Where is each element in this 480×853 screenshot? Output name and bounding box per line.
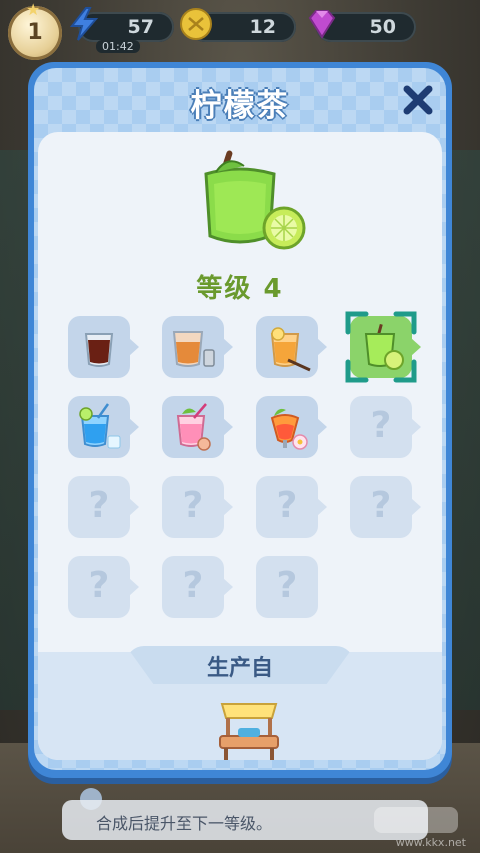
chain-slot[interactable] [162,316,233,378]
slot-arrow [223,418,233,436]
coins-value: 12 [249,16,276,38]
slot-arrow [317,498,327,516]
slot-arrow [223,338,233,356]
chain-slot-locked[interactable]: ? [256,556,318,618]
chain-slot-locked[interactable]: ? [350,396,421,458]
chain-slot[interactable] [68,316,139,378]
slot-arrow [129,578,139,596]
watermark: www.kkx.net [395,836,466,849]
dialog-title: 柠檬茶 [190,88,290,124]
slot-arrow [411,418,421,436]
slot-arrow [317,418,327,436]
slot-arrow [129,498,139,516]
question-mark-icon: ? [182,485,204,526]
gems-value: 50 [369,16,396,38]
chain-slot[interactable] [256,316,327,378]
tip-text: 合成后提升至下一等级。 [96,814,273,833]
chain-slot-locked[interactable]: ? [256,476,327,538]
level-label: 等级 4 [196,274,284,304]
energy-value: 57 [127,16,154,38]
lemon-tea-icon [364,323,404,370]
question-mark-icon: ? [88,565,110,606]
slot-arrow [223,578,233,596]
slot-arrow [411,498,421,516]
chain-slot-locked[interactable]: ? [350,476,421,538]
chain-slot-locked[interactable]: ? [162,556,233,618]
dialog-content-panel: 等级 4 ? ? ? ? ? ? ? ? 生产自 [38,132,442,760]
drink-stand-icon[interactable] [214,696,284,760]
item-info-dialog: 柠檬茶 等级 4 ? ? ? ? ? ? ? ? 生产自 [28,62,452,778]
energy-timer: 01:42 [96,40,140,53]
chain-slot-locked[interactable]: ? [162,476,233,538]
chain-slot[interactable] [68,396,139,458]
chain-slot[interactable] [162,396,233,458]
cola-drink-icon [84,333,114,367]
star-icon: ★ [26,0,41,19]
produced-from-label: 生产自 [206,656,273,681]
lemon-tea-hero-icon [204,150,306,250]
orange-juice-with-straw-icon [270,327,311,372]
chain-slot-selected[interactable] [345,311,421,383]
coin-icon [180,8,212,40]
slot-arrow [223,498,233,516]
question-mark-icon: ? [276,485,298,526]
question-mark-icon: ? [276,565,298,606]
blue-cocktail-icon [79,403,121,449]
lightning-icon [69,7,99,41]
chain-slot-locked[interactable]: ? [68,476,139,538]
gem-icon [308,10,336,39]
question-mark-icon: ? [370,485,392,526]
slot-arrow [129,338,139,356]
slot-arrow [129,418,139,436]
question-mark-icon: ? [370,405,392,446]
tropical-cocktail-icon [270,408,308,450]
pink-mojito-icon [176,403,211,451]
player-level-value: 1 [27,20,43,45]
question-mark-icon: ? [88,485,110,526]
iced-tea-with-shot-icon [172,331,215,367]
question-mark-icon: ? [182,565,204,606]
watermark-logo [374,807,458,833]
chain-slot[interactable] [256,396,327,458]
close-icon[interactable] [398,80,438,120]
chain-slot-locked[interactable]: ? [68,556,139,618]
slot-arrow [317,338,327,356]
